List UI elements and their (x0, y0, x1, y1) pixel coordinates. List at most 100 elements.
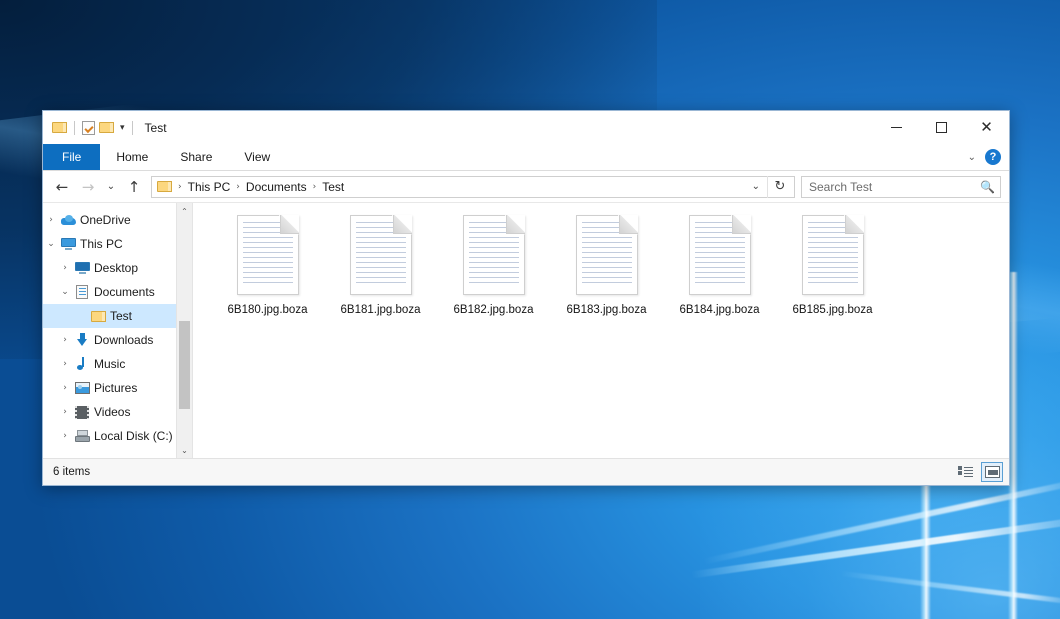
breadcrumb-item-test[interactable]: Test (318, 177, 348, 197)
help-icon[interactable]: ? (985, 149, 1001, 165)
up-button[interactable]: ↑ (121, 175, 147, 199)
sidebar-item-documents[interactable]: ⌄ Documents (43, 280, 192, 304)
document-fold-corner (619, 215, 638, 234)
drive-icon (73, 430, 91, 442)
navigation-pane-scrollbar[interactable]: ⌃ ⌄ (176, 203, 192, 458)
list-item[interactable]: 6B182.jpg.boza (437, 215, 550, 316)
twisty-icon[interactable]: ⌄ (43, 239, 59, 249)
list-item[interactable]: 6B181.jpg.boza (324, 215, 437, 316)
document-fold-corner (845, 215, 864, 234)
document-file-icon (576, 215, 638, 295)
sidebar-item-this-pc[interactable]: ⌄ This PC (43, 232, 192, 256)
new-folder-icon[interactable] (99, 121, 114, 134)
sidebar-item-label: This PC (77, 237, 123, 251)
document-file-icon (237, 215, 299, 295)
breadcrumb-item-documents[interactable]: Documents (242, 177, 311, 197)
item-count-label: 6 items (53, 466, 90, 478)
sidebar-item-label: Desktop (91, 261, 138, 275)
tab-view[interactable]: View (228, 144, 286, 170)
scrollbar-thumb[interactable] (179, 321, 190, 409)
breadcrumb-bar[interactable]: › This PC › Documents › Test ⌄ ↻ (151, 176, 795, 198)
sidebar-item-label: Downloads (91, 333, 153, 347)
document-fold-corner (732, 215, 751, 234)
downloads-icon (73, 333, 91, 347)
file-name-label: 6B182.jpg.boza (454, 304, 534, 316)
scroll-up-icon[interactable]: ⌃ (177, 203, 192, 219)
breadcrumb-separator-2: › (311, 182, 319, 192)
large-icons-view-button[interactable] (981, 462, 1003, 482)
twisty-icon[interactable]: › (57, 263, 73, 273)
window-body: › OneDrive ⌄ This PC › Desktop ⌄ Documen… (43, 203, 1009, 458)
sidebar-item-onedrive[interactable]: › OneDrive (43, 208, 192, 232)
monitor-icon (59, 238, 77, 250)
twisty-icon[interactable]: › (57, 407, 73, 417)
expand-ribbon-icon[interactable]: ⌄ (968, 152, 976, 163)
maximize-icon (936, 122, 947, 133)
list-item[interactable]: 6B185.jpg.boza (776, 215, 889, 316)
document-fold-corner (393, 215, 412, 234)
sidebar-item-desktop[interactable]: › Desktop (43, 256, 192, 280)
twisty-icon[interactable]: › (57, 431, 73, 441)
view-mode-buttons (954, 462, 1003, 482)
maximize-button[interactable] (919, 111, 964, 144)
chevron-down-icon[interactable]: ▾ (120, 123, 125, 132)
sidebar-item-label: Test (107, 309, 132, 323)
close-icon: ✕ (980, 120, 993, 135)
file-name-label: 6B184.jpg.boza (680, 304, 760, 316)
document-file-icon (689, 215, 751, 295)
list-item[interactable]: 6B180.jpg.boza (211, 215, 324, 316)
file-grid: 6B180.jpg.boza 6B181.jpg.boza (193, 203, 1009, 316)
list-item[interactable]: 6B184.jpg.boza (663, 215, 776, 316)
tab-home[interactable]: Home (100, 144, 164, 170)
sidebar-item-music[interactable]: › Music (43, 352, 192, 376)
search-box[interactable]: Search Test 🔍 (801, 176, 1001, 198)
sidebar-item-label: Documents (91, 285, 155, 299)
forward-button[interactable]: → (75, 175, 101, 199)
sidebar-item-downloads[interactable]: › Downloads (43, 328, 192, 352)
ribbon-right-controls: ⌄ ? (968, 144, 1009, 170)
twisty-icon[interactable]: ⌄ (57, 287, 73, 297)
minimize-icon (891, 127, 902, 128)
music-icon (73, 357, 91, 371)
breadcrumb-separator-0: › (176, 182, 184, 192)
title-bar: ▾ Test ✕ (43, 111, 1009, 144)
sidebar-item-videos[interactable]: › Videos (43, 400, 192, 424)
twisty-icon[interactable]: › (57, 383, 73, 393)
scroll-down-icon[interactable]: ⌄ (177, 442, 192, 458)
minimize-button[interactable] (874, 111, 919, 144)
sidebar-item-label: OneDrive (77, 213, 131, 227)
details-view-icon (958, 466, 973, 478)
sidebar-item-pictures[interactable]: › Pictures (43, 376, 192, 400)
quick-access-toolbar: ▾ (43, 121, 136, 135)
twisty-icon[interactable]: › (57, 359, 73, 369)
toolbar-divider-2 (132, 121, 133, 135)
tab-file[interactable]: File (43, 144, 100, 170)
folder-icon (89, 310, 107, 323)
folder-icon[interactable] (52, 121, 67, 134)
document-fold-corner (506, 215, 525, 234)
status-bar: 6 items (43, 458, 1009, 485)
refresh-icon[interactable]: ↻ (767, 176, 792, 198)
file-explorer-window: ▾ Test ✕ File Home Share View ⌄ ? ← → (42, 110, 1010, 486)
file-list-view[interactable]: 6B180.jpg.boza 6B181.jpg.boza (193, 203, 1009, 458)
sidebar-item-local-disk[interactable]: › Local Disk (C:) (43, 424, 192, 448)
sidebar-item-label: Music (91, 357, 125, 371)
address-bar: ← → ⌄ ↑ › This PC › Documents › Test ⌄ ↻… (43, 171, 1009, 203)
document-file-icon (463, 215, 525, 295)
twisty-icon[interactable]: › (43, 215, 59, 225)
file-name-label: 6B185.jpg.boza (793, 304, 873, 316)
details-view-button[interactable] (954, 462, 976, 482)
back-button[interactable]: ← (49, 175, 75, 199)
tab-share[interactable]: Share (164, 144, 228, 170)
close-button[interactable]: ✕ (964, 111, 1009, 144)
sidebar-item-label: Videos (91, 405, 130, 419)
search-input[interactable]: Search Test (809, 180, 980, 194)
large-icons-view-icon (985, 466, 1000, 478)
sidebar-item-test[interactable]: Test (43, 304, 192, 328)
list-item[interactable]: 6B183.jpg.boza (550, 215, 663, 316)
recent-locations-button[interactable]: ⌄ (101, 175, 121, 199)
breadcrumb-item-this-pc[interactable]: This PC (184, 177, 235, 197)
properties-icon[interactable] (82, 121, 95, 135)
twisty-icon[interactable]: › (57, 335, 73, 345)
address-dropdown-icon[interactable]: ⌄ (745, 181, 767, 192)
